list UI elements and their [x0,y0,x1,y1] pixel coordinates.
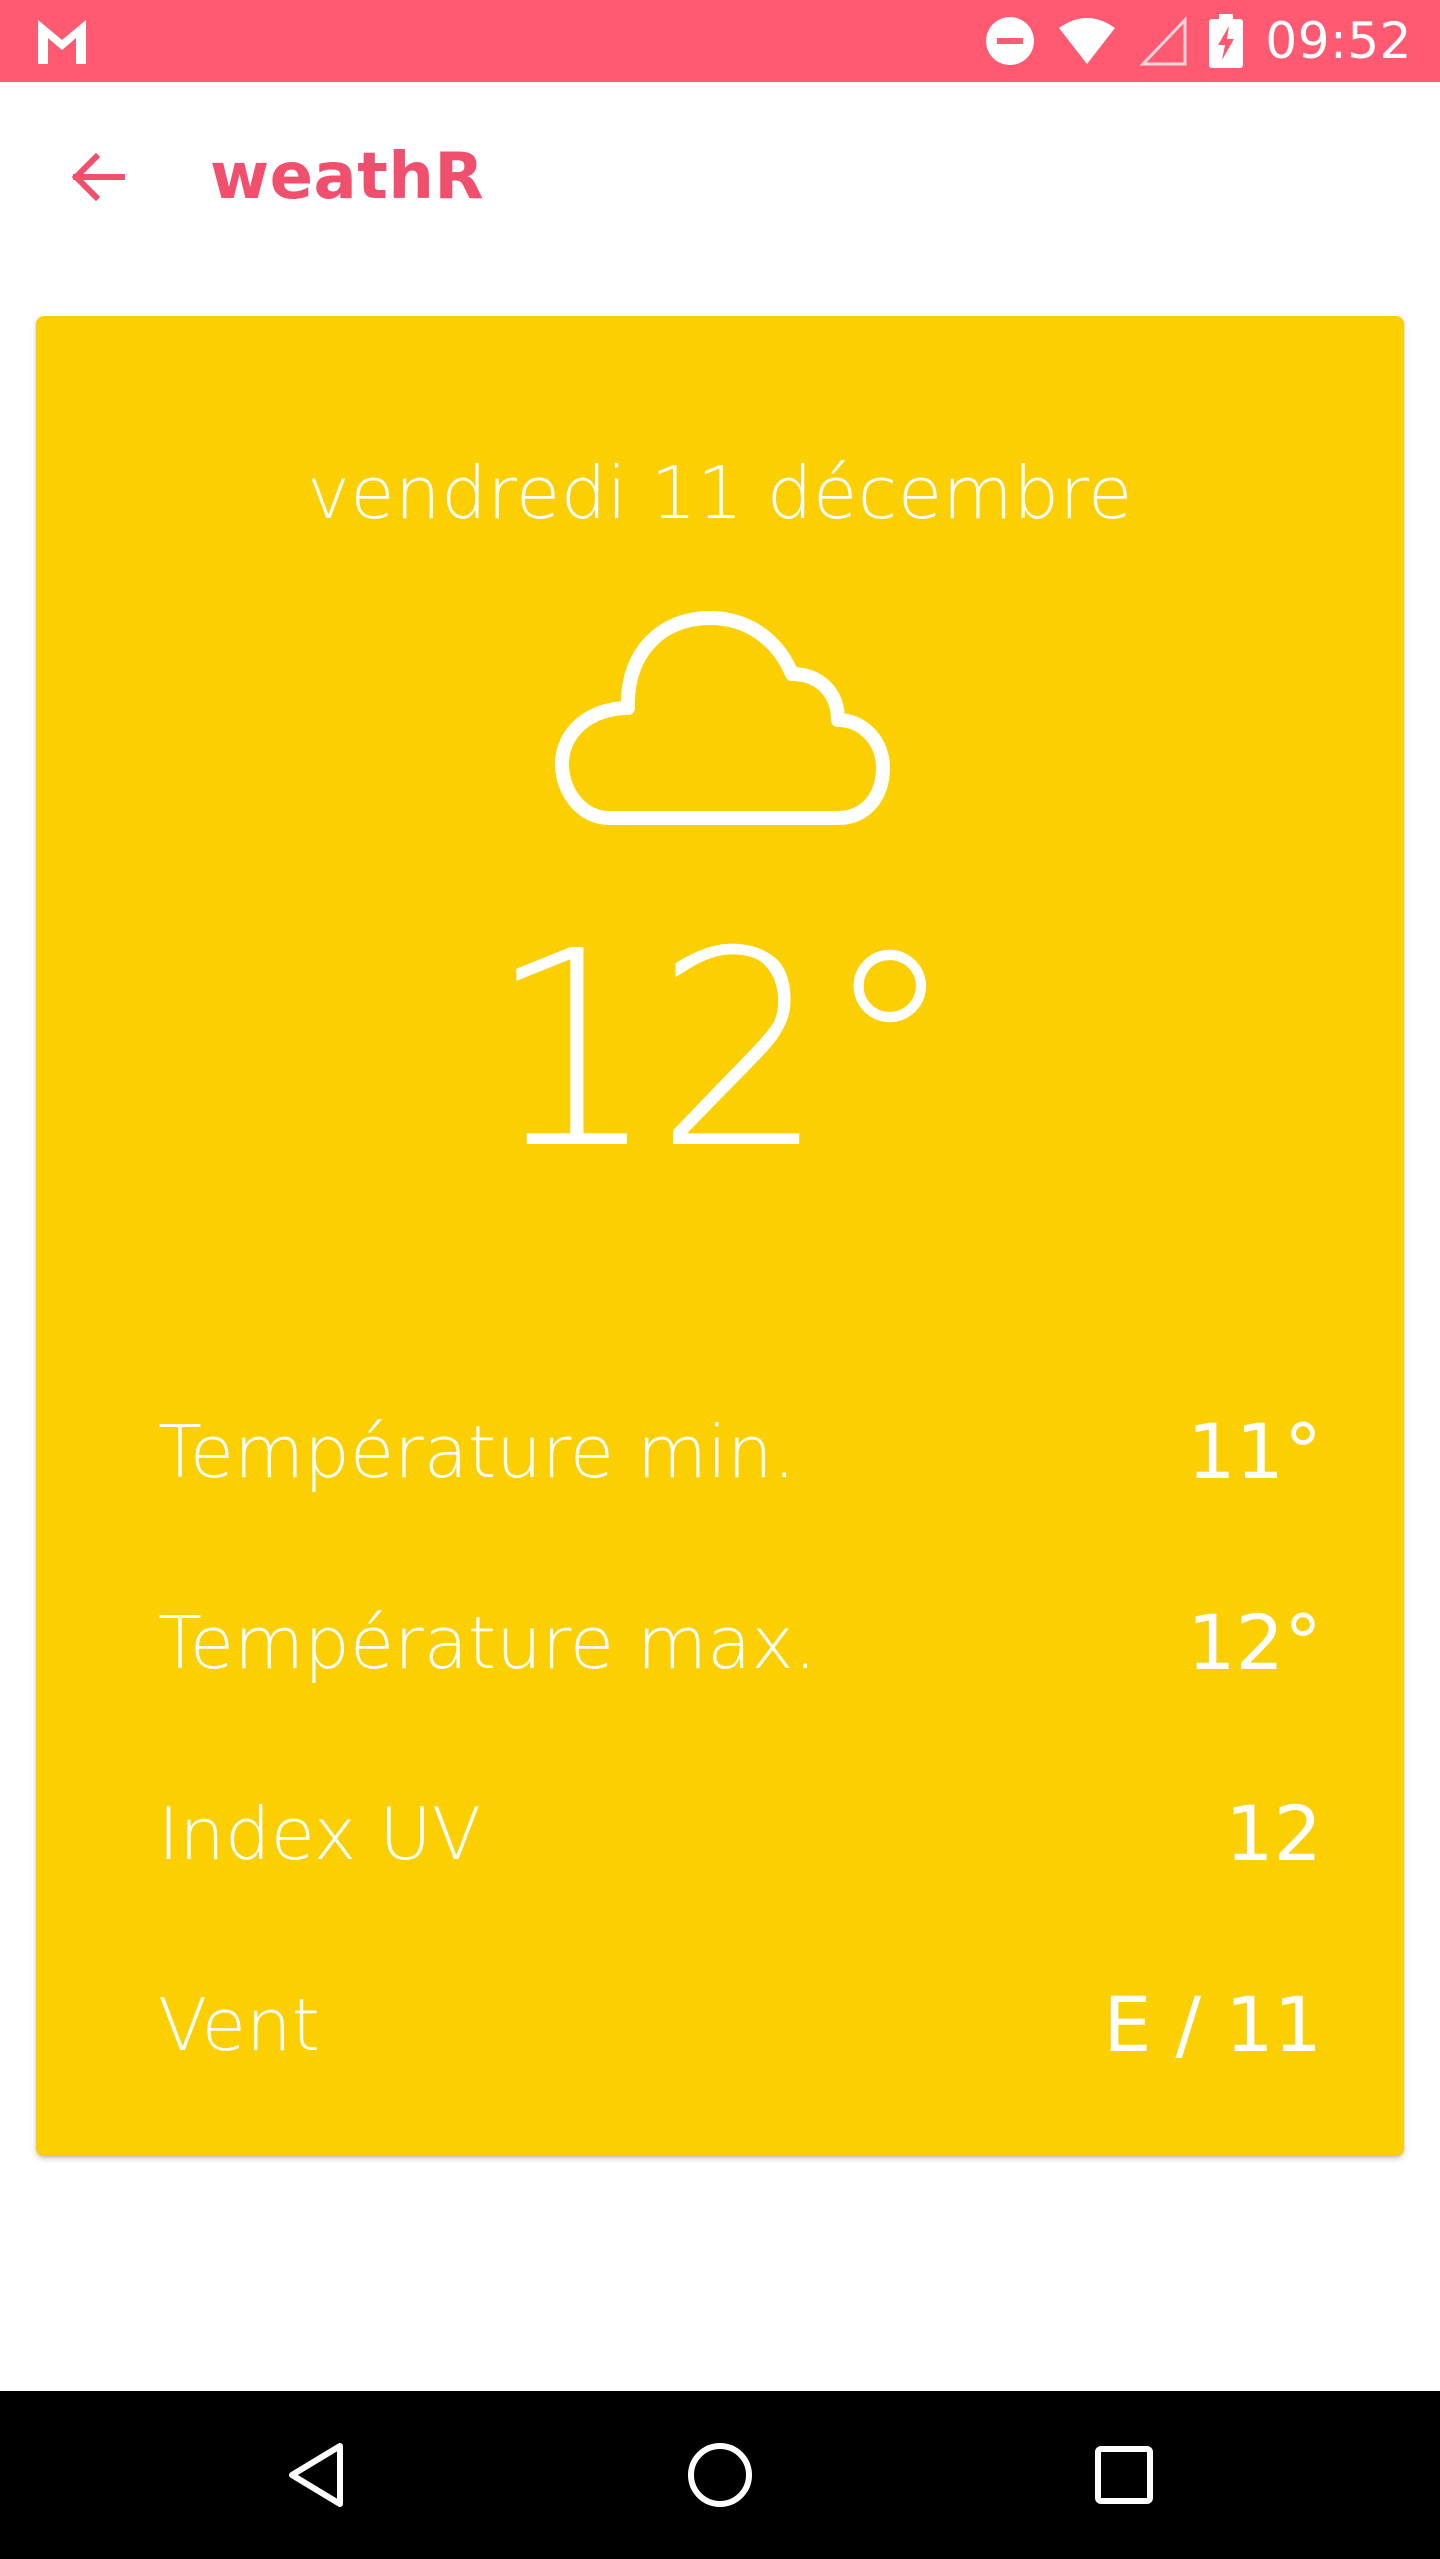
status-time: 09:52 [1265,12,1412,70]
nav-home-icon [688,2443,752,2507]
app-title: weathR [210,140,485,214]
detail-label: Vent [158,1982,320,2067]
detail-row-temp-min: Température min. 11° [158,1356,1322,1547]
detail-label: Index UV [158,1791,482,1876]
weather-date: vendredi 11 décembre [307,451,1133,535]
detail-row-temp-max: Température max. 12° [158,1547,1322,1738]
detail-row-wind: Vent E / 11 [158,1929,1322,2120]
nav-recents-button[interactable] [1084,2435,1164,2515]
battery-charging-icon [1209,14,1244,68]
detail-value: 11° [1187,1407,1322,1496]
nav-recents-icon [1095,2446,1153,2504]
navigation-bar [0,2391,1440,2559]
current-temperature: 12° [486,893,958,1208]
detail-value: 12 [1225,1789,1322,1878]
gmail-icon [38,20,86,64]
detail-value: E / 11 [1103,1980,1322,2069]
detail-value: 12° [1187,1598,1322,1687]
detail-row-uv-index: Index UV 12 [158,1738,1322,1929]
do-not-disturb-icon [986,17,1035,65]
back-button[interactable] [48,127,148,227]
cell-signal-icon [1139,16,1187,66]
nav-back-button[interactable] [276,2435,356,2515]
screen: 09:52 weathR vendredi 11 décembre 12° Te… [0,0,1440,2559]
app-bar: weathR [0,82,1440,282]
nav-back-icon [289,2443,343,2507]
wifi-icon [1059,18,1116,64]
arrow-back-icon [71,152,125,202]
nav-home-button[interactable] [680,2435,760,2515]
detail-label: Température max. [158,1600,817,1685]
detail-label: Température min. [158,1409,796,1494]
cloud-icon [555,611,890,825]
weather-card: vendredi 11 décembre 12° Température min… [36,316,1404,2156]
weather-details: Température min. 11° Température max. 12… [158,1356,1322,2120]
status-bar: 09:52 [0,0,1440,82]
